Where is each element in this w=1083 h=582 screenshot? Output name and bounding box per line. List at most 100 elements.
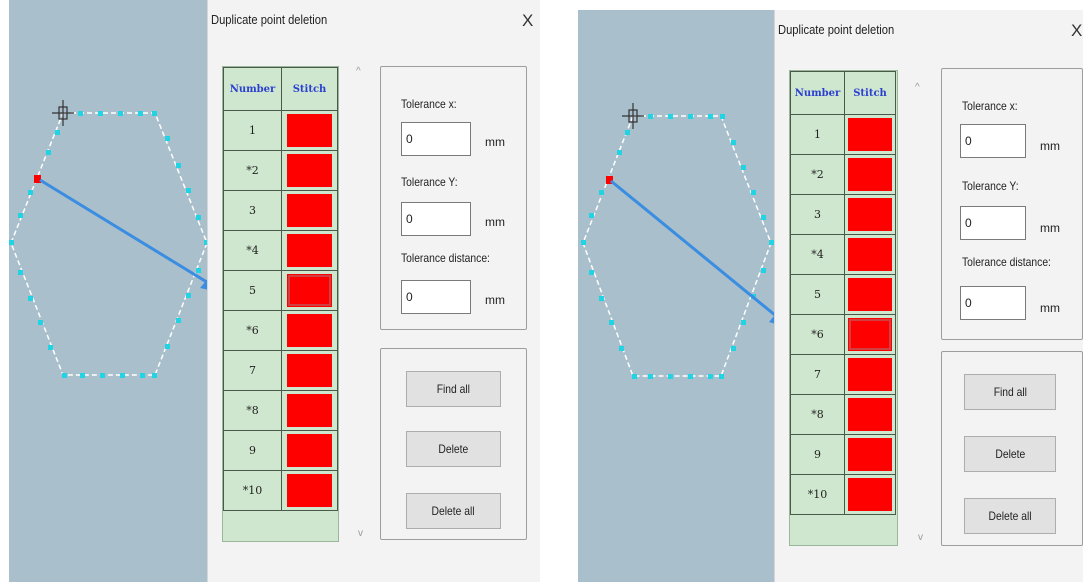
row-number-cell[interactable]: *2 — [790, 154, 845, 195]
row-number-cell[interactable]: *2 — [223, 150, 282, 191]
tolerance-group: Tolerance x: mm Tolerance Y: mm Toleranc… — [941, 68, 1083, 340]
stitch-points — [9, 111, 209, 378]
row-stitch-cell[interactable] — [844, 234, 896, 275]
table-row[interactable]: *8 — [223, 390, 338, 431]
row-stitch-cell[interactable] — [281, 310, 338, 351]
scroll-down-icon[interactable]: v — [358, 528, 363, 539]
stitch-color-swatch — [287, 434, 332, 467]
stitch-color-swatch — [287, 194, 332, 227]
tolerance-y-input[interactable] — [401, 202, 471, 236]
close-icon[interactable]: X — [1071, 21, 1082, 41]
delete-button[interactable]: Delete — [964, 436, 1056, 472]
tolerance-x-unit: mm — [1040, 139, 1060, 153]
find-all-button[interactable]: Find all — [964, 374, 1056, 410]
table-row[interactable]: 5 — [790, 274, 896, 315]
scroll-up-icon[interactable]: ^ — [356, 66, 361, 77]
stitch-color-swatch — [287, 114, 332, 147]
tolerance-x-input[interactable] — [960, 124, 1026, 158]
delete-button[interactable]: Delete — [406, 431, 501, 467]
row-number-cell[interactable]: 3 — [223, 190, 282, 231]
table-row[interactable]: 9 — [223, 430, 338, 471]
table-row[interactable]: 3 — [790, 194, 896, 235]
delete-all-button[interactable]: Delete all — [964, 498, 1056, 534]
row-number-cell[interactable]: 5 — [790, 274, 845, 315]
scroll-up-icon[interactable]: ^ — [915, 82, 920, 93]
row-stitch-cell[interactable] — [844, 194, 896, 235]
stitch-table[interactable]: Number Stitch 1 *2 3 *4 5 *6 7 *8 9 *10 — [789, 70, 898, 546]
right-screenshot: Duplicate point deletion X Number Stitch… — [543, 0, 1083, 582]
table-row[interactable]: 3 — [223, 190, 338, 231]
tolerance-y-input[interactable] — [960, 206, 1026, 240]
table-row[interactable]: 1 — [790, 114, 896, 155]
table-row[interactable]: 5 — [223, 270, 338, 311]
row-number-cell[interactable]: *4 — [223, 230, 282, 271]
row-stitch-cell[interactable] — [844, 434, 896, 475]
row-stitch-cell[interactable] — [281, 150, 338, 191]
row-number-cell[interactable]: *8 — [790, 394, 845, 435]
row-stitch-cell[interactable] — [844, 354, 896, 395]
stitch-color-swatch — [848, 318, 892, 351]
table-row[interactable]: *4 — [223, 230, 338, 271]
row-number-cell[interactable]: 5 — [223, 270, 282, 311]
row-stitch-cell[interactable] — [844, 114, 896, 155]
stitch-color-swatch — [287, 274, 332, 307]
row-stitch-cell[interactable] — [281, 270, 338, 311]
tolerance-distance-input[interactable] — [960, 286, 1026, 320]
row-stitch-cell[interactable] — [281, 470, 338, 511]
table-row[interactable]: 9 — [790, 434, 896, 475]
row-stitch-cell[interactable] — [844, 314, 896, 355]
find-all-button[interactable]: Find all — [406, 371, 501, 407]
row-number-cell[interactable]: *6 — [790, 314, 845, 355]
row-number-cell[interactable]: *8 — [223, 390, 282, 431]
tolerance-y-unit: mm — [485, 215, 505, 229]
duplicate-point-deletion-dialog: Duplicate point deletion X Number Stitch… — [207, 0, 540, 582]
column-header-number[interactable]: Number — [223, 67, 282, 111]
table-row[interactable]: 1 — [223, 110, 338, 151]
row-stitch-cell[interactable] — [281, 350, 338, 391]
row-number-cell[interactable]: 9 — [790, 434, 845, 475]
row-stitch-cell[interactable] — [844, 474, 896, 515]
tolerance-distance-input[interactable] — [401, 280, 471, 314]
delete-all-button[interactable]: Delete all — [406, 493, 501, 529]
scroll-down-icon[interactable]: v — [918, 532, 923, 543]
stitch-table[interactable]: Number Stitch 1 *2 3 *4 5 *6 7 *8 9 *10 — [222, 66, 339, 542]
row-number-cell[interactable]: *10 — [790, 474, 845, 515]
row-stitch-cell[interactable] — [281, 110, 338, 151]
row-number-cell[interactable]: 1 — [790, 114, 845, 155]
tolerance-distance-unit: mm — [1040, 301, 1060, 315]
row-number-cell[interactable]: 7 — [223, 350, 282, 391]
table-row[interactable]: *6 — [223, 310, 338, 351]
stitch-color-swatch — [287, 154, 332, 187]
duplicate-point-deletion-dialog: Duplicate point deletion X Number Stitch… — [774, 10, 1083, 582]
table-row[interactable]: 7 — [223, 350, 338, 391]
row-stitch-cell[interactable] — [281, 390, 338, 431]
row-number-cell[interactable]: 7 — [790, 354, 845, 395]
tolerance-distance-label: Tolerance distance: — [962, 255, 1051, 269]
row-stitch-cell[interactable] — [281, 230, 338, 271]
column-header-number[interactable]: Number — [790, 71, 845, 115]
table-row[interactable]: 7 — [790, 354, 896, 395]
table-row[interactable]: *6 — [790, 314, 896, 355]
table-row[interactable]: *10 — [223, 470, 338, 511]
row-number-cell[interactable]: *6 — [223, 310, 282, 351]
close-icon[interactable]: X — [522, 11, 533, 31]
row-number-cell[interactable]: *10 — [223, 470, 282, 511]
row-number-cell[interactable]: 3 — [790, 194, 845, 235]
table-row[interactable]: *2 — [223, 150, 338, 191]
column-header-stitch[interactable]: Stitch — [844, 71, 896, 115]
tolerance-x-input[interactable] — [401, 122, 471, 156]
table-row[interactable]: *10 — [790, 474, 896, 515]
row-number-cell[interactable]: 9 — [223, 430, 282, 471]
tolerance-y-unit: mm — [1040, 221, 1060, 235]
table-row[interactable]: *2 — [790, 154, 896, 195]
row-stitch-cell[interactable] — [281, 430, 338, 471]
column-header-stitch[interactable]: Stitch — [281, 67, 338, 111]
row-stitch-cell[interactable] — [281, 190, 338, 231]
table-row[interactable]: *4 — [790, 234, 896, 275]
row-stitch-cell[interactable] — [844, 154, 896, 195]
table-row[interactable]: *8 — [790, 394, 896, 435]
row-number-cell[interactable]: 1 — [223, 110, 282, 151]
row-number-cell[interactable]: *4 — [790, 234, 845, 275]
row-stitch-cell[interactable] — [844, 394, 896, 435]
row-stitch-cell[interactable] — [844, 274, 896, 315]
